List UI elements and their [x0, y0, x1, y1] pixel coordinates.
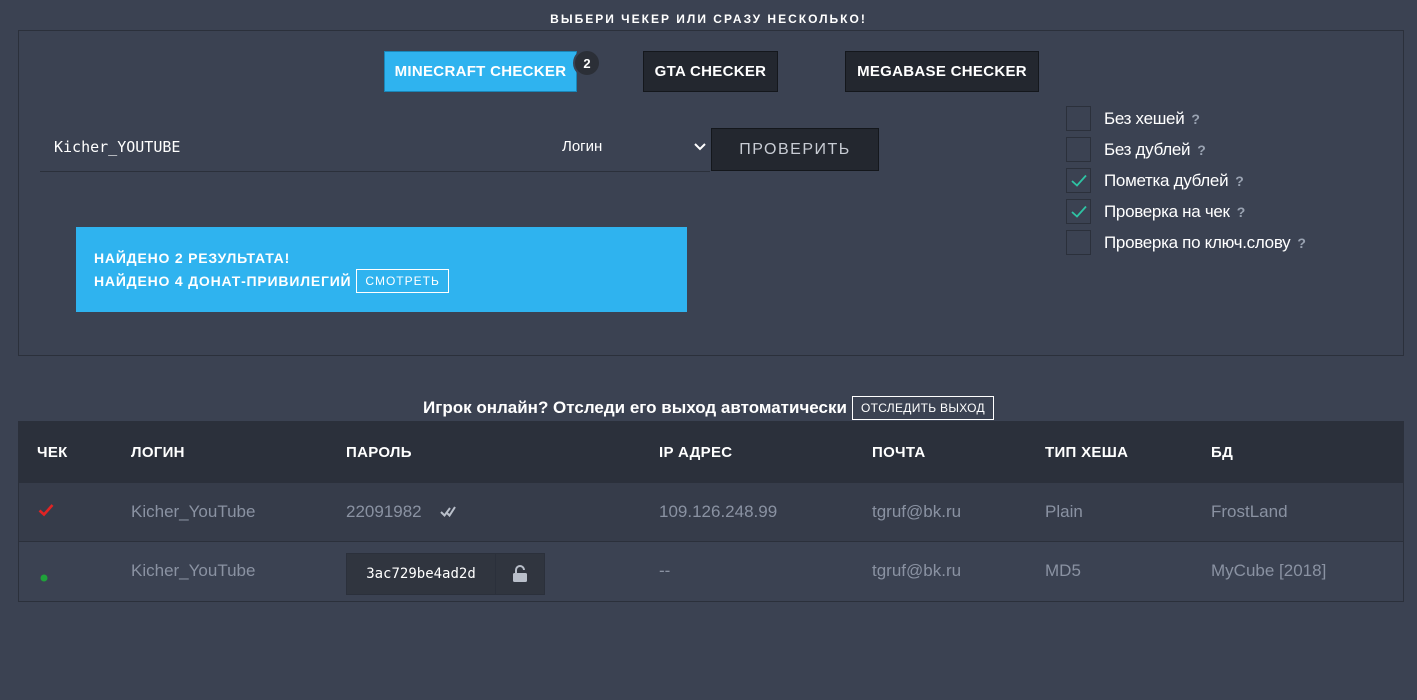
unlock-icon[interactable]	[496, 554, 544, 594]
option-no-hashes[interactable]: Без хешей ?	[1066, 103, 1306, 134]
selected-count-badge: 2	[573, 49, 601, 77]
header-email: ПОЧТА	[872, 444, 926, 461]
row-email: tgruf@bk.ru	[872, 502, 962, 521]
megabase-checker-button[interactable]: MEGABASE CHECKER	[845, 51, 1039, 92]
header-login: ЛОГИН	[131, 444, 185, 461]
header-password: ПАРОЛЬ	[346, 444, 412, 461]
double-check-icon	[440, 504, 456, 523]
check-button[interactable]: ПРОВЕРИТЬ	[711, 128, 879, 171]
search-type-select[interactable]: Логин	[562, 138, 710, 155]
header-db: БД	[1211, 444, 1234, 461]
row-hash-type: Plain	[1045, 502, 1083, 521]
hash-field: 3ac729be4ad2d	[346, 553, 545, 595]
help-icon[interactable]: ?	[1191, 111, 1200, 127]
top-heading: ВЫБЕРИ ЧЕКЕР ИЛИ СРАЗУ НЕСКОЛЬКО!	[550, 12, 867, 26]
checker-panel: MINECRAFT CHECKER 2 GTA CHECKER MEGABASE…	[18, 30, 1404, 356]
results-table: ЧЕК ЛОГИН ПАРОЛЬ IP АДРЕС ПОЧТА ТИП ХЕША…	[18, 421, 1404, 602]
checkmark-red-icon	[38, 503, 54, 522]
hash-value[interactable]: 3ac729be4ad2d	[347, 554, 496, 594]
track-row: Игрок онлайн? Отследи его выход автомати…	[0, 396, 1417, 420]
search-input[interactable]	[54, 138, 534, 156]
help-icon[interactable]: ?	[1197, 142, 1206, 158]
option-label: Пометка дублей	[1104, 170, 1229, 190]
option-checkbox[interactable]	[1066, 137, 1091, 162]
green-dot-icon	[40, 569, 48, 587]
row-login: Kicher_YouTube	[131, 561, 256, 580]
option-keyword-check[interactable]: Проверка по ключ.слову ?	[1066, 227, 1306, 258]
help-icon[interactable]: ?	[1297, 235, 1306, 251]
help-icon[interactable]: ?	[1235, 173, 1244, 189]
checkmark-icon	[1070, 174, 1087, 187]
row-ip: --	[659, 561, 671, 580]
option-label: Без дублей	[1104, 139, 1191, 159]
row-password: 22091982	[346, 502, 422, 521]
chevron-down-icon	[694, 138, 706, 155]
option-checkbox[interactable]	[1066, 199, 1091, 224]
checkmark-icon	[1070, 205, 1087, 218]
view-button[interactable]: СМОТРЕТЬ	[356, 269, 449, 293]
row-db: MyCube [2018]	[1211, 561, 1327, 580]
row-email: tgruf@bk.ru	[872, 561, 962, 580]
help-icon[interactable]: ?	[1237, 204, 1246, 220]
result-banner: НАЙДЕНО 2 РЕЗУЛЬТАТА! НАЙДЕНО 4 ДОНАТ-ПР…	[76, 227, 687, 312]
table-row: Kicher_YouTube 22091982 109.126.248.99 t…	[19, 483, 1403, 542]
option-label: Проверка по ключ.слову	[1104, 232, 1291, 252]
track-exit-button[interactable]: ОТСЛЕДИТЬ ВЫХОД	[851, 396, 994, 420]
option-mark-duplicates[interactable]: Пометка дублей ?	[1066, 165, 1306, 196]
header-check: ЧЕК	[37, 444, 68, 461]
search-row: Логин	[40, 128, 710, 172]
option-label: Без хешей	[1104, 108, 1185, 128]
option-label: Проверка на чек	[1104, 201, 1230, 221]
table-header: ЧЕК ЛОГИН ПАРОЛЬ IP АДРЕС ПОЧТА ТИП ХЕША…	[19, 422, 1403, 483]
option-checkbox[interactable]	[1066, 168, 1091, 193]
header-ip: IP АДРЕС	[659, 444, 733, 461]
search-type-selected: Логин	[562, 138, 603, 155]
option-no-duplicates[interactable]: Без дублей ?	[1066, 134, 1306, 165]
donate-count-row: НАЙДЕНО 4 ДОНАТ-ПРИВИЛЕГИЙ СМОТРЕТЬ	[94, 269, 669, 293]
row-ip: 109.126.248.99	[659, 502, 778, 521]
result-count: НАЙДЕНО 2 РЕЗУЛЬТАТА!	[94, 250, 291, 266]
track-text: Игрок онлайн? Отследи его выход автомати…	[423, 398, 847, 417]
row-login: Kicher_YouTube	[131, 502, 256, 521]
option-checkbox[interactable]	[1066, 230, 1091, 255]
minecraft-checker-button[interactable]: MINECRAFT CHECKER	[384, 51, 577, 92]
option-check-validity[interactable]: Проверка на чек ?	[1066, 196, 1306, 227]
donate-count: НАЙДЕНО 4 ДОНАТ-ПРИВИЛЕГИЙ	[94, 273, 352, 289]
options-list: Без хешей ? Без дублей ? Пометка дублей …	[1066, 103, 1306, 258]
row-hash-type: MD5	[1045, 561, 1081, 580]
header-hash-type: ТИП ХЕША	[1045, 444, 1129, 461]
option-checkbox[interactable]	[1066, 106, 1091, 131]
gta-checker-button[interactable]: GTA CHECKER	[643, 51, 778, 92]
row-db: FrostLand	[1211, 502, 1288, 521]
table-row: Kicher_YouTube 3ac729be4ad2d -- tgruf@bk…	[19, 542, 1403, 602]
